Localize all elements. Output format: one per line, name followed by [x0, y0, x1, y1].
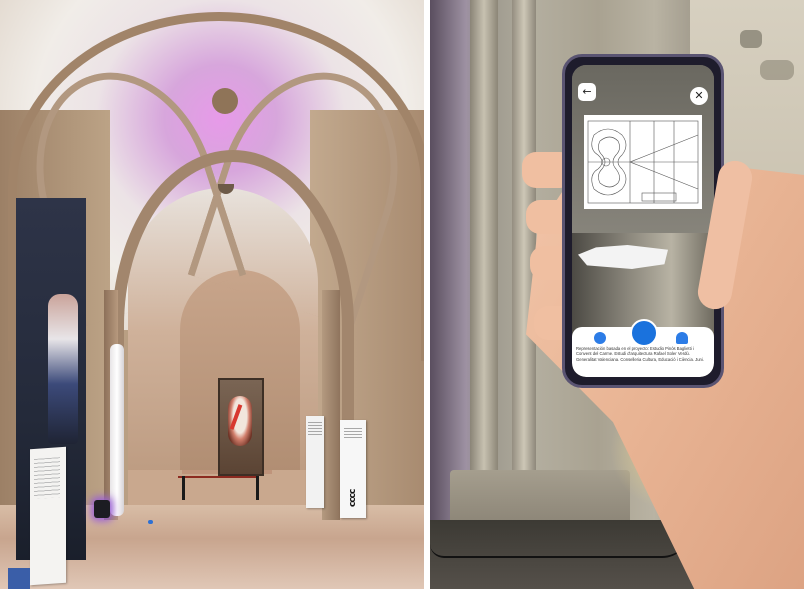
barrier-post-right [256, 476, 259, 500]
cccc-logo: cccc [348, 489, 358, 507]
info-sign-cccc: cccc [340, 420, 366, 518]
info-sign-small [306, 416, 324, 508]
right-column [322, 290, 340, 520]
banner-figure-image [48, 294, 78, 444]
credit-text: Representación basada en el proyecto: Es… [576, 346, 704, 362]
floor-spotlight [94, 500, 110, 518]
smartphone: ← ✕ Representación basada en el proyecto… [562, 54, 724, 388]
architectural-drawing [584, 115, 702, 209]
column-shaft [470, 0, 498, 520]
wall-stain [740, 30, 762, 48]
back-button[interactable]: ← [578, 83, 596, 101]
globe-icon[interactable] [594, 332, 606, 344]
gallery-hall-photo: cccc [0, 0, 424, 589]
sign-text-lines [34, 457, 60, 499]
wall-stain [760, 60, 794, 80]
model-icon[interactable] [630, 319, 658, 347]
portrait-artwork [218, 378, 264, 476]
phone-ar-photo: ← ✕ Representación basada en el proyecto… [430, 0, 804, 589]
phone-screen: ← ✕ Representación basada en el proyecto… [572, 65, 714, 377]
info-card: Representación basada en el proyecto: Es… [572, 319, 714, 377]
white-light-column [110, 344, 124, 516]
close-button[interactable]: ✕ [690, 87, 708, 105]
sign-text-lines [344, 428, 362, 440]
keystone-boss [212, 88, 238, 114]
arrow-left-icon: ← [582, 85, 592, 98]
info-sign-left [30, 446, 66, 586]
power-cable [430, 530, 690, 558]
barrier-post-left [182, 476, 185, 500]
plan-drawing-svg [587, 120, 699, 204]
close-icon: ✕ [694, 89, 704, 102]
barrier-rope [178, 476, 258, 478]
person-icon[interactable] [676, 332, 688, 344]
floor-marker [148, 520, 153, 524]
sign-text-lines [308, 422, 322, 436]
blue-object [8, 568, 30, 589]
